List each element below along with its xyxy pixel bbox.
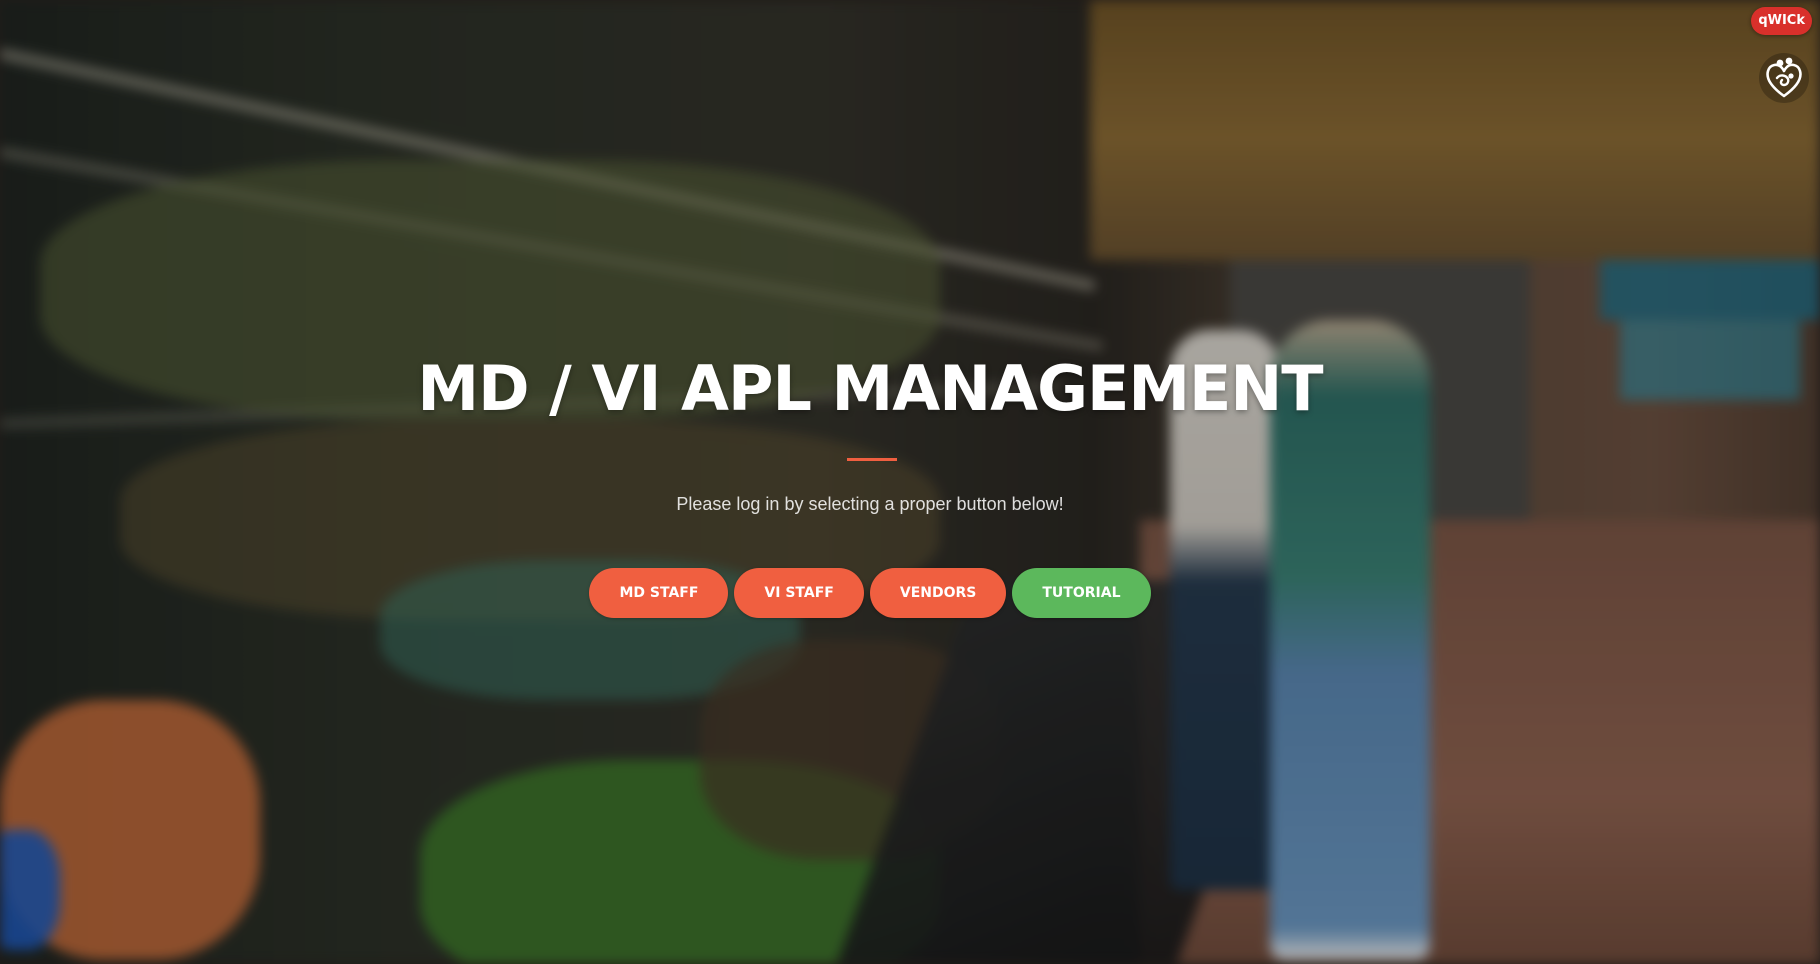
landing-page: MD / VI APL MANAGEMENT Please log in by … <box>0 0 1820 964</box>
vi-staff-button[interactable]: VI STAFF <box>734 568 864 618</box>
vendors-button[interactable]: VENDORS <box>869 568 1007 618</box>
family-heart-icon[interactable] <box>1758 52 1810 104</box>
md-staff-button[interactable]: MD STAFF <box>589 568 729 618</box>
tutorial-button[interactable]: TUTORIAL <box>1012 568 1151 618</box>
login-buttons: MD STAFF VI STAFF VENDORS TUTORIAL <box>0 568 1740 618</box>
background-overlay <box>0 0 1820 964</box>
qwick-badge[interactable]: qWICk <box>1751 7 1812 35</box>
page-title: MD / VI APL MANAGEMENT <box>417 352 1323 425</box>
login-instruction: Please log in by selecting a proper butt… <box>676 494 1064 514</box>
title-divider <box>847 458 897 461</box>
